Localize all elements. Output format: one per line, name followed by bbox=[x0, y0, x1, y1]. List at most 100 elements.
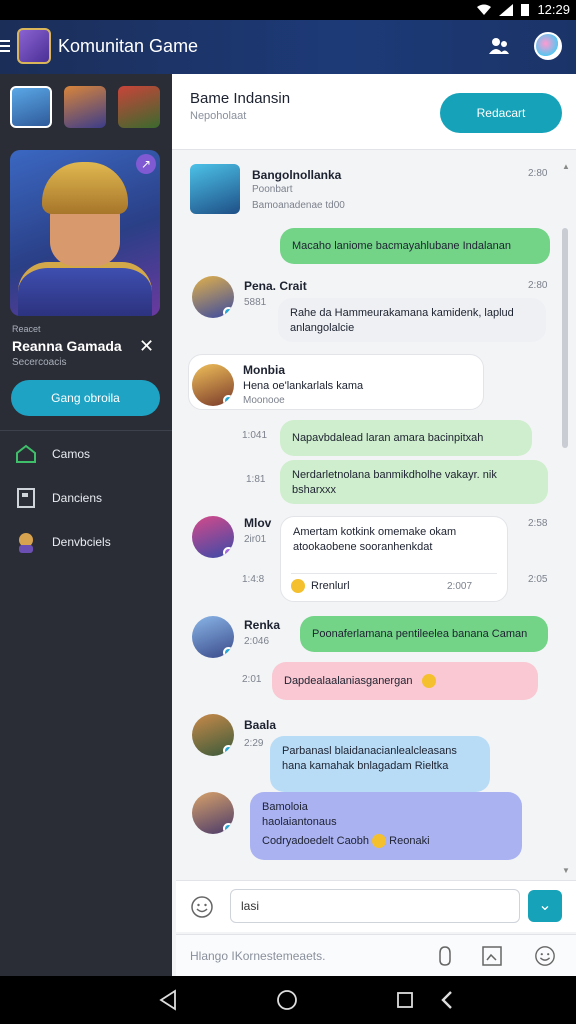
hero-thumb-1[interactable] bbox=[10, 86, 52, 128]
avatar[interactable] bbox=[192, 616, 234, 658]
emoji-icon[interactable] bbox=[534, 945, 556, 967]
sender-name: Baala bbox=[244, 718, 277, 732]
hero-icon bbox=[14, 530, 38, 554]
message-text: Dapdealaalaniasganergan bbox=[284, 675, 413, 687]
hero-portrait: ↗ bbox=[10, 150, 160, 316]
app-bar: Komunitan Game bbox=[0, 20, 576, 74]
pinned-card-line2: Bamoanadenae td00 bbox=[252, 200, 345, 211]
message-meta: 2ir01 bbox=[244, 534, 267, 545]
pinned-card-title: Bangolnollanka bbox=[252, 168, 342, 182]
menu-icon[interactable] bbox=[0, 37, 10, 55]
message-subtext: Moonooe bbox=[243, 395, 285, 406]
profile-avatar[interactable] bbox=[534, 32, 562, 60]
expand-icon[interactable]: ↗ bbox=[136, 154, 156, 174]
scroll-down-icon[interactable]: ▼ bbox=[562, 866, 570, 875]
message-meta: 2:29 bbox=[244, 738, 264, 749]
avatar[interactable] bbox=[192, 364, 234, 406]
message-bubble[interactable]: Macaho laniome bacmayahlubane Indalanan bbox=[280, 228, 550, 264]
hero-thumb-3[interactable] bbox=[118, 86, 160, 128]
sidebar-item-label: Denvbciels bbox=[52, 535, 111, 549]
message-text: Codryadoedelt bbox=[262, 835, 334, 847]
message-time: 1:81 bbox=[246, 474, 266, 485]
back-icon[interactable] bbox=[158, 989, 178, 1011]
message-bubble[interactable]: Rahe da Hammeurakamana kamidenk, laplud … bbox=[278, 298, 546, 342]
message-label: Rrenlurl bbox=[311, 580, 350, 592]
wifi-icon bbox=[477, 4, 492, 15]
message-bubble[interactable]: Bamoloia haolaiantonaus Codryadoedelt Ca… bbox=[250, 792, 522, 860]
message-text: haolaiantonaus bbox=[262, 816, 337, 828]
battery-icon bbox=[521, 4, 530, 16]
pinned-card-time: 2:80 bbox=[528, 168, 548, 179]
pinned-card[interactable]: Bangolnollanka Poonbart Bamoanadenae td0… bbox=[190, 162, 562, 226]
footer-bar: Hlango IKornestemeaets. bbox=[176, 934, 576, 976]
chevron-down-icon: ⌄ bbox=[538, 897, 552, 914]
message-time: 1:041 bbox=[242, 430, 268, 441]
sender-name: Renka bbox=[244, 618, 281, 632]
status-icons: 12:29 bbox=[477, 2, 570, 17]
message-input[interactable]: lasi bbox=[230, 889, 520, 923]
hero-thumb-2[interactable] bbox=[64, 86, 106, 128]
header-action-button[interactable]: Redacart bbox=[440, 93, 562, 133]
scrollbar[interactable] bbox=[562, 228, 568, 448]
sidebar-item-denvbciels[interactable]: Denvbciels bbox=[14, 528, 164, 556]
home-button-icon[interactable] bbox=[276, 989, 298, 1011]
avatar[interactable] bbox=[192, 276, 234, 318]
pinned-card-avatar bbox=[190, 164, 240, 214]
home-icon bbox=[14, 442, 38, 466]
message-card[interactable]: Amertam kotkink omemake okam atookaobene… bbox=[280, 516, 508, 602]
sidebar: ↗ Reacet Reanna Gamada ✕ Secercoacis Gan… bbox=[0, 74, 172, 976]
gallery-icon[interactable] bbox=[482, 945, 502, 967]
smile-emoji-icon bbox=[421, 674, 436, 689]
avatar[interactable] bbox=[192, 792, 234, 834]
pinned-card-line1: Poonbart bbox=[252, 184, 293, 195]
message-bubble[interactable]: Parbanasl blaidanacianlealcleasans hana … bbox=[270, 736, 490, 792]
message-text: Reonaki bbox=[389, 835, 430, 847]
sender-name: Pena. Crait bbox=[244, 279, 307, 293]
hero-armor bbox=[18, 262, 152, 316]
chat-header: Bame Indansin Nepoholaat Redacart bbox=[172, 74, 576, 150]
emoji-icon[interactable] bbox=[190, 895, 214, 919]
friends-icon[interactable] bbox=[488, 36, 510, 56]
system-nav-bar bbox=[0, 976, 576, 1024]
sender-name: Mlov bbox=[244, 516, 272, 530]
recents-icon[interactable] bbox=[396, 989, 414, 1011]
avatar[interactable] bbox=[192, 516, 234, 558]
message-text: Caobh bbox=[336, 835, 370, 847]
message-composer: lasi ⌄ bbox=[176, 880, 576, 932]
sidebar-item-camos[interactable]: Camos bbox=[14, 440, 164, 468]
smile-emoji-icon bbox=[372, 834, 387, 849]
join-button[interactable]: Gang obroila bbox=[11, 380, 160, 416]
sidebar-item-danciens[interactable]: Danciens bbox=[14, 484, 164, 512]
message-bubble[interactable]: Poonaferlamana pentileelea banana Caman bbox=[300, 616, 548, 652]
scroll-up-icon[interactable]: ▲ bbox=[562, 162, 570, 171]
message-text: Bamoloia bbox=[262, 801, 308, 813]
card-icon bbox=[14, 486, 38, 510]
app-title: Komunitan Game bbox=[58, 36, 199, 56]
avatar[interactable] bbox=[192, 714, 234, 756]
signal-icon bbox=[499, 3, 514, 16]
chevron-left-icon[interactable] bbox=[440, 989, 454, 1011]
game-logo bbox=[17, 28, 51, 64]
message-text: Amertam kotkink omemake okam atookaobene… bbox=[293, 526, 457, 553]
attachment-icon[interactable] bbox=[438, 945, 452, 967]
chat-subtitle: Nepoholaat bbox=[190, 110, 247, 122]
sidebar-item-label: Camos bbox=[52, 447, 91, 461]
close-icon[interactable]: ✕ bbox=[139, 336, 154, 357]
message-time: 2:05 bbox=[528, 574, 548, 585]
message-time: 2:80 bbox=[528, 280, 548, 291]
message-bubble[interactable]: Napavbdalead laran amara bacinpitxah bbox=[280, 420, 532, 456]
footer-input[interactable]: Hlango IKornestemeaets. bbox=[190, 949, 325, 963]
clock: 12:29 bbox=[537, 2, 570, 17]
hero-thumbnails bbox=[10, 86, 160, 128]
message-text: Hena oe'lankarlals kama bbox=[243, 380, 364, 392]
status-bar: 12:29 bbox=[0, 0, 576, 20]
sender-name: Monbia bbox=[243, 363, 285, 377]
message-bubble[interactable]: Nerdarletnolana banmikdholhe vakayr. nik… bbox=[280, 460, 548, 504]
message-time: 2:01 bbox=[242, 674, 262, 685]
message-bubble[interactable]: Dapdealaalaniasganergan bbox=[272, 662, 538, 700]
message-meta: 5881 bbox=[244, 297, 267, 308]
send-button[interactable]: ⌄ bbox=[528, 890, 562, 922]
app-screen: 12:29 Komunitan Game ↗ Reacet Reanna Gam… bbox=[0, 0, 576, 1024]
message-time: 2:58 bbox=[528, 518, 548, 529]
hero-subtitle: Secercoacis bbox=[12, 357, 67, 368]
